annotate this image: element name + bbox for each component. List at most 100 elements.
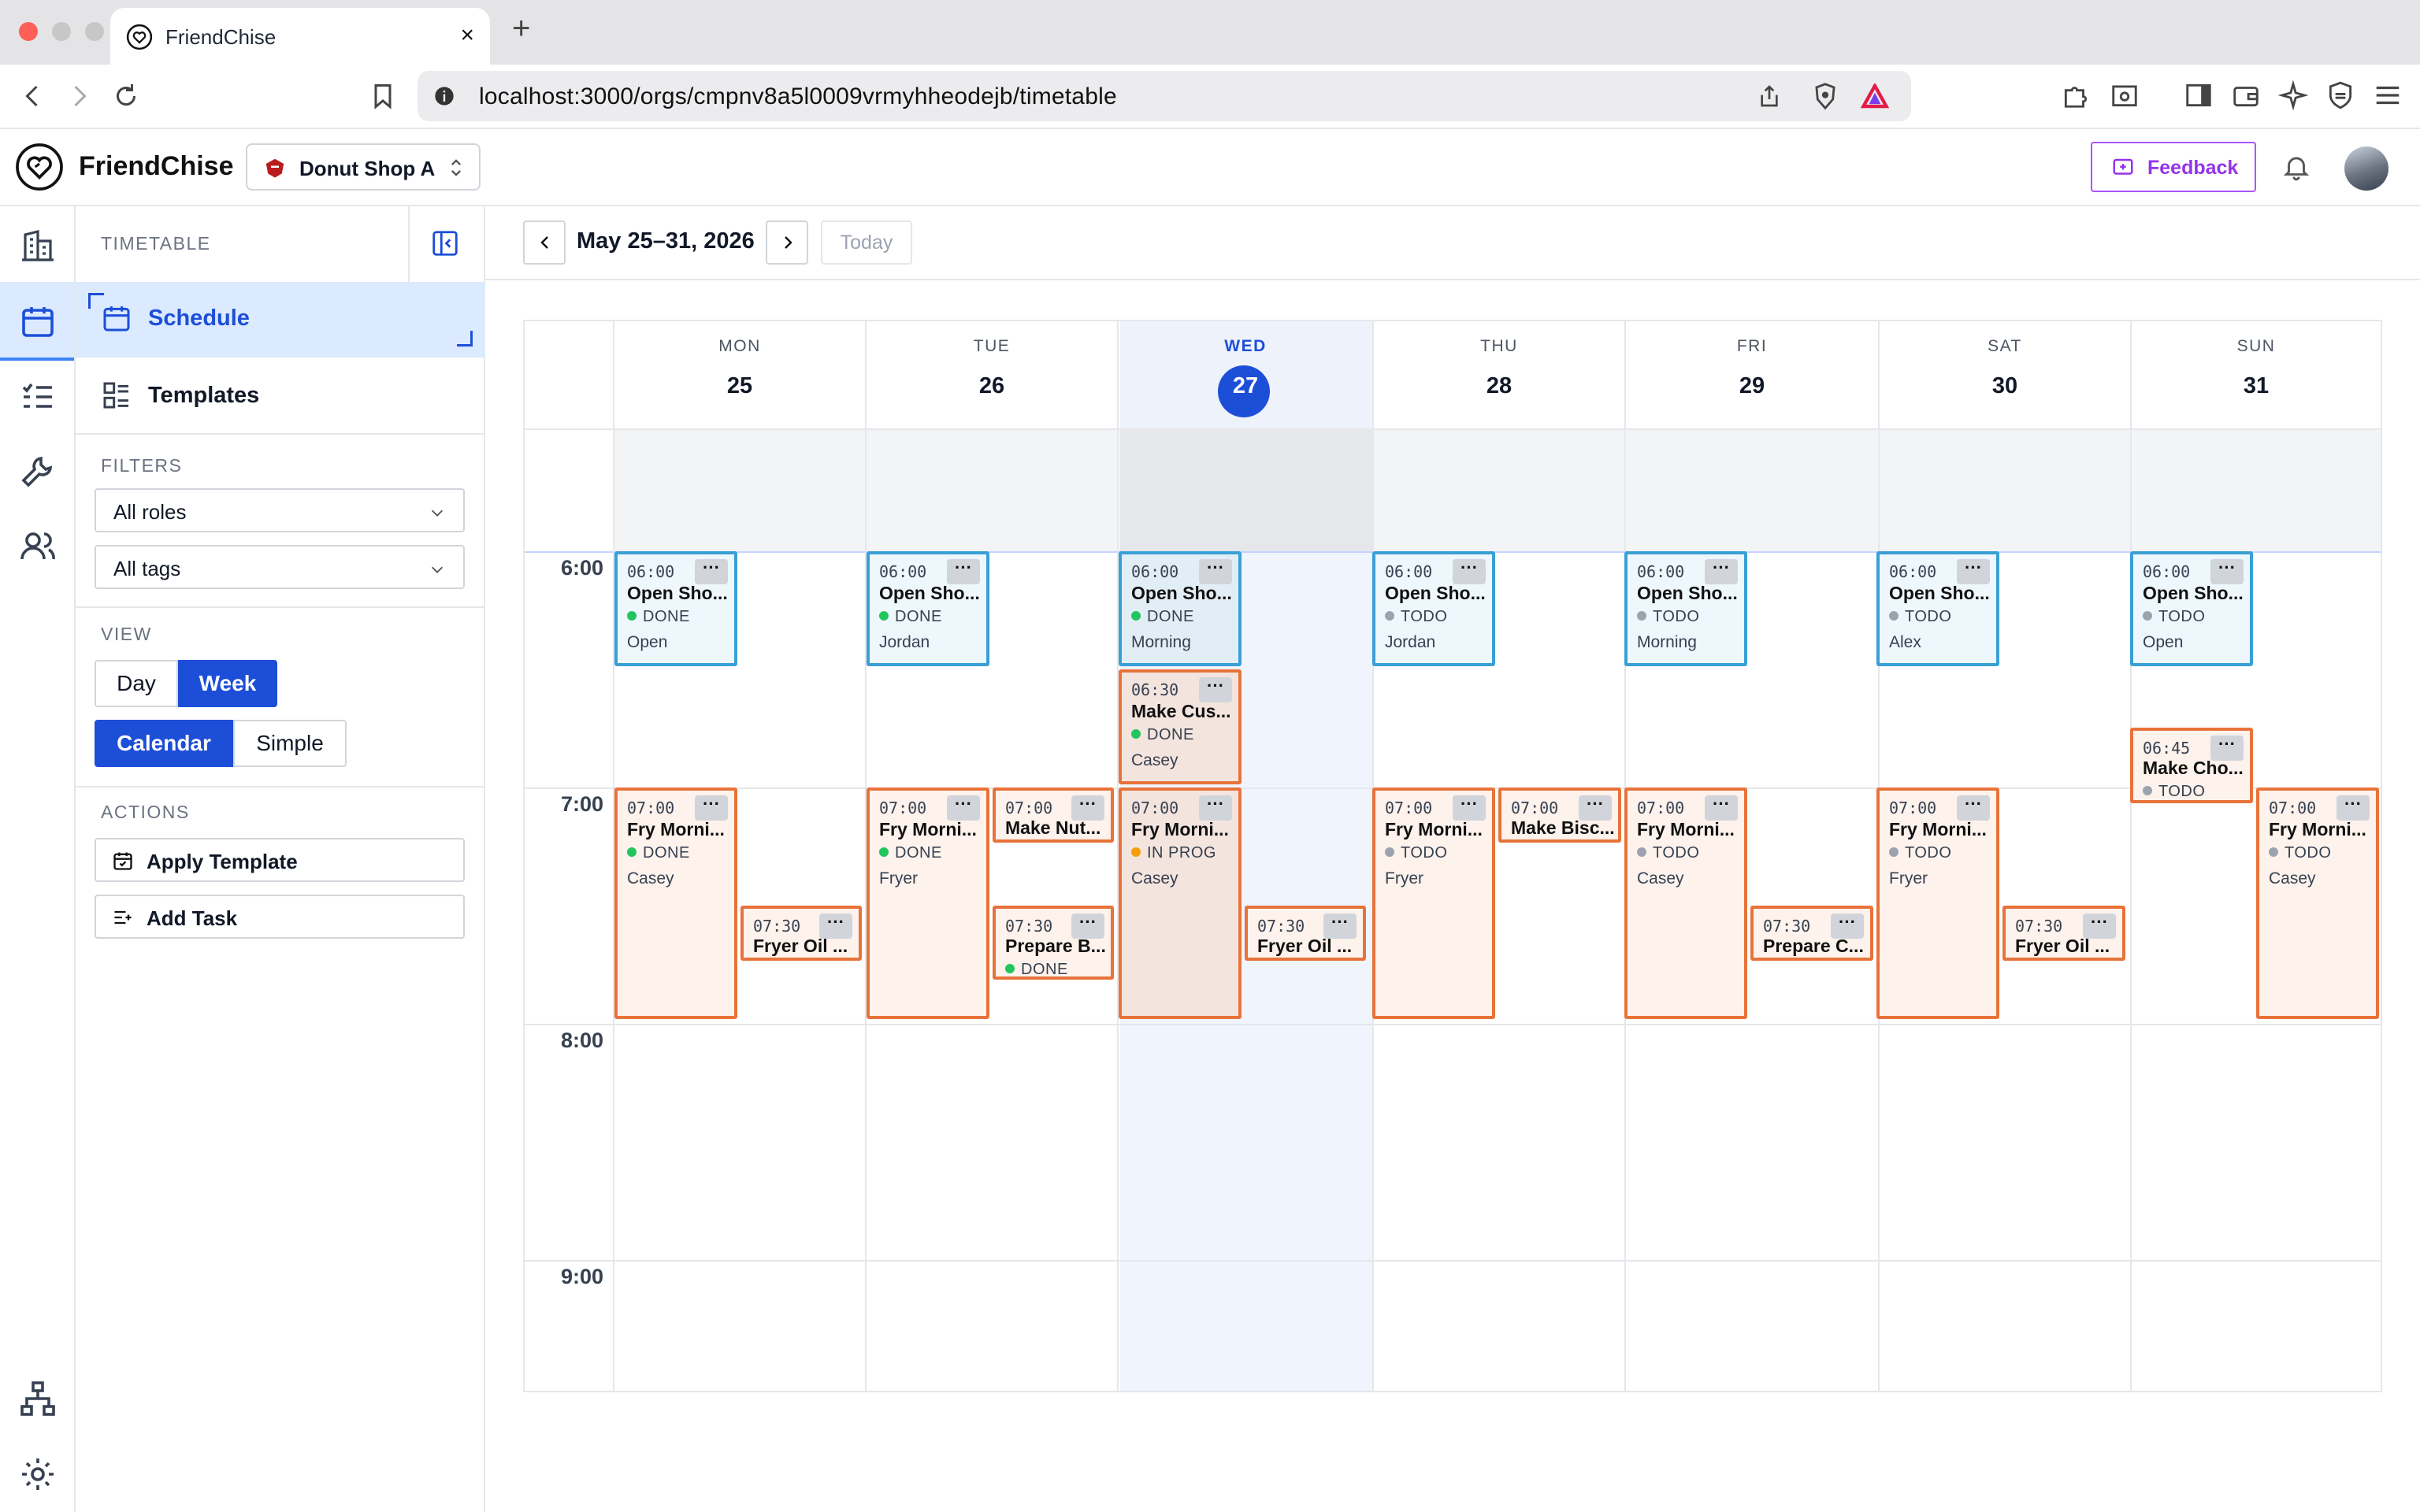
task-menu-button[interactable]: ··· [1199,677,1232,702]
view-week-button[interactable]: Week [178,660,277,707]
reader-icon[interactable] [2110,80,2140,110]
task-card[interactable]: 07:30 ··· Fryer Oil ... [1245,906,1366,961]
task-name: Open Sho... [2143,583,2244,603]
task-menu-button[interactable]: ··· [695,795,728,821]
task-card[interactable]: 07:30 ··· Prepare B... DONE [993,906,1114,980]
minimize-window-button[interactable] [52,22,71,41]
task-card[interactable]: 06:45 ··· Make Cho... TODO [2130,728,2253,803]
users-icon[interactable] [19,528,57,565]
roles-filter-select[interactable]: All roles [95,488,465,532]
task-card[interactable]: 07:00 ··· Fry Morni... TODO Fryer [1372,788,1495,1019]
bell-icon[interactable] [2281,151,2311,183]
prev-week-button[interactable] [523,220,566,265]
tags-filter-select[interactable]: All tags [95,545,465,589]
task-card[interactable]: 07:00 ··· Fry Morni... TODO Fryer [1876,788,1999,1019]
task-status: DONE [879,608,942,626]
next-week-button[interactable] [766,220,808,265]
gear-icon[interactable] [19,1455,57,1493]
task-menu-button[interactable]: ··· [1705,795,1738,821]
task-menu-button[interactable]: ··· [1453,559,1486,584]
task-menu-button[interactable]: ··· [2210,559,2244,584]
share-icon[interactable] [1757,83,1782,109]
task-card[interactable]: 07:00 ··· Fry Morni... DONE Fryer [867,788,989,1019]
back-icon[interactable] [19,82,47,110]
task-menu-button[interactable]: ··· [1453,795,1486,821]
tab-close-icon[interactable]: × [460,22,474,49]
sidebar-item-schedule[interactable]: Schedule [76,282,485,358]
wallet-icon[interactable] [2231,80,2261,110]
feedback-button[interactable]: Feedback [2091,142,2256,192]
task-card[interactable]: 07:00 ··· Fry Morni... DONE Casey [614,788,737,1019]
task-card[interactable]: 06:00 ··· Open Sho... TODO Open [2130,551,2253,666]
sidebar-toggle-icon[interactable] [2184,80,2214,110]
wrench-icon[interactable] [19,452,57,490]
heart-logo-icon[interactable] [14,142,65,192]
task-card[interactable]: 06:00 ··· Open Sho... TODO Alex [1876,551,1999,666]
task-card[interactable]: 06:00 ··· Open Sho... DONE Morning [1119,551,1242,666]
forward-icon[interactable] [65,82,93,110]
calendar-icon [103,306,130,332]
task-menu-button[interactable]: ··· [1199,559,1232,584]
task-card[interactable]: 06:00 ··· Open Sho... TODO Jordan [1372,551,1495,666]
task-menu-button[interactable]: ··· [1199,795,1232,821]
task-card[interactable]: 07:00 ··· Fry Morni... IN PROG Casey [1119,788,1242,1019]
brand-name: FriendChise [79,151,234,181]
menu-icon[interactable] [2373,80,2403,110]
task-card[interactable]: 07:30 ··· Prepare C... [1750,906,1873,961]
user-avatar[interactable] [2344,146,2388,191]
task-card[interactable]: 07:00 ··· Make Nut... [993,788,1114,843]
building-icon[interactable] [19,227,57,265]
brave-shield-icon[interactable] [1812,82,1839,110]
org-chart-icon[interactable] [19,1380,57,1418]
apply-template-label: Apply Template [147,850,298,873]
mode-simple-button[interactable]: Simple [233,720,347,767]
task-card[interactable]: 07:30 ··· Fryer Oil ... [2002,906,2125,961]
view-day-button[interactable]: Day [95,660,178,707]
task-card[interactable]: 07:30 ··· Fryer Oil ... [740,906,862,961]
task-menu-button[interactable]: ··· [1957,795,1990,821]
rewards-icon[interactable] [1861,83,1889,109]
task-card[interactable]: 07:00 ··· Fry Morni... TODO Casey [1624,788,1747,1019]
task-role: Casey [1131,869,1178,888]
reload-icon[interactable] [112,82,140,110]
task-time: 07:00 [1005,799,1053,817]
task-card[interactable]: 06:30 ··· Make Cus... DONE Casey [1119,669,1242,784]
new-tab-button[interactable]: + [512,11,530,46]
maximize-window-button[interactable] [85,22,104,41]
task-menu-button[interactable]: ··· [2336,795,2370,821]
apply-template-button[interactable]: Apply Template [95,838,465,882]
ai-assistant-icon[interactable] [2278,80,2308,110]
add-task-button[interactable]: Add Task [95,895,465,939]
checklist-icon[interactable] [19,378,57,416]
sidebar-item-templates[interactable]: Templates [76,358,485,433]
task-card[interactable]: 07:00 ··· Make Bisc... [1498,788,1621,843]
task-menu-button[interactable]: ··· [1957,559,1990,584]
task-status: TODO [1889,844,1951,862]
task-card[interactable]: 06:00 ··· Open Sho... DONE Jordan [867,551,989,666]
mode-calendar-button[interactable]: Calendar [95,720,233,767]
site-info-icon[interactable] [433,85,455,107]
close-window-button[interactable] [19,22,38,41]
bookmark-icon[interactable] [369,82,397,110]
favicon-icon [126,24,153,50]
task-name: Open Sho... [1385,583,1486,603]
org-selector[interactable]: Donut Shop A [246,143,481,191]
task-menu-button[interactable]: ··· [1705,559,1738,584]
collapse-panel-icon[interactable] [430,228,460,258]
task-card[interactable]: 06:00 ··· Open Sho... DONE Open [614,551,737,666]
extensions-icon[interactable] [2061,80,2091,110]
today-button[interactable]: Today [821,220,912,265]
task-menu-button[interactable]: ··· [947,559,980,584]
task-menu-button[interactable]: ··· [947,795,980,821]
task-card[interactable]: 07:00 ··· Fry Morni... TODO Casey [2256,788,2379,1019]
task-menu-button[interactable]: ··· [695,559,728,584]
task-time: 07:00 [627,799,675,817]
chevron-updown-icon [451,159,462,176]
vpn-icon[interactable] [2325,80,2355,110]
date-range-title: May 25–31, 2026 [577,228,755,254]
browser-tab[interactable]: FriendChise × [110,8,490,65]
calendar-icon[interactable] [19,302,57,340]
address-bar[interactable]: localhost:3000/orgs/cmpnv8a5l0009vrmyhhe… [418,71,1911,121]
url-text[interactable]: localhost:3000/orgs/cmpnv8a5l0009vrmyhhe… [479,83,1117,110]
task-card[interactable]: 06:00 ··· Open Sho... TODO Morning [1624,551,1747,666]
